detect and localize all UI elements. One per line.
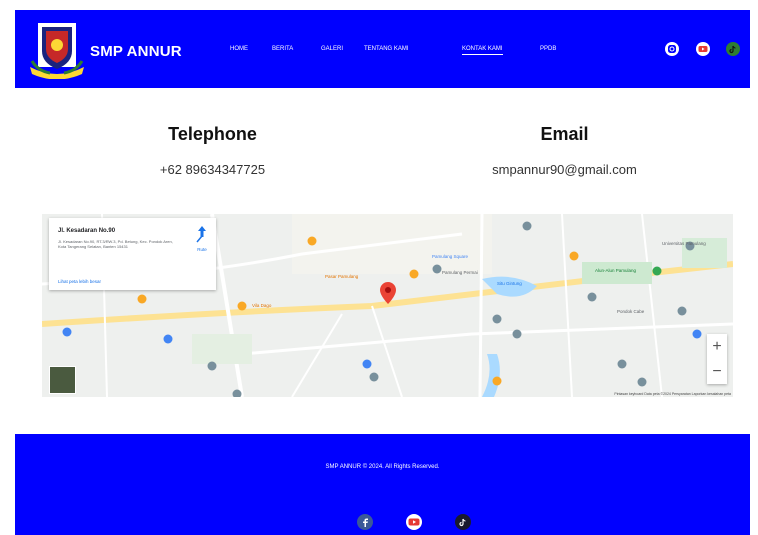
- instagram-icon[interactable]: [665, 42, 679, 56]
- zoom-controls: + −: [707, 334, 727, 384]
- site-header: SMP ANNUR HOME BERITA GALERI TENTANG KAM…: [15, 10, 750, 88]
- nav-kontak-kami[interactable]: KONTAK KAMI: [462, 46, 503, 55]
- youtube-icon[interactable]: [406, 514, 422, 530]
- tiktok-icon[interactable]: [726, 42, 740, 56]
- site-footer: SMP ANNUR © 2024. All Rights Reserved.: [15, 434, 750, 535]
- email-title: Email: [540, 124, 589, 144]
- map-label: Vila Dago: [252, 303, 272, 308]
- copyright-text: SMP ANNUR © 2024. All Rights Reserved.: [325, 464, 440, 470]
- location-pin-icon[interactable]: [380, 282, 396, 304]
- telephone-value[interactable]: +62 89634347725: [110, 162, 315, 177]
- brand-name[interactable]: SMP ANNUR: [90, 43, 182, 60]
- map-label: Pasar Pamulang: [325, 274, 359, 279]
- nav-home[interactable]: HOME: [230, 46, 248, 52]
- place-info-card: Jl. Kesadaran No.90 Jl. Kesadaran No.90,…: [49, 218, 216, 290]
- facebook-icon[interactable]: [357, 514, 373, 530]
- email-value[interactable]: smpannur90@gmail.com: [462, 162, 667, 177]
- telephone-title: Telephone: [168, 124, 257, 144]
- zoom-in-button[interactable]: +: [707, 334, 727, 359]
- youtube-icon[interactable]: [696, 42, 710, 56]
- zoom-out-button[interactable]: −: [707, 359, 727, 384]
- larger-map-link[interactable]: Lihat peta lebih besar: [58, 279, 101, 284]
- tiktok-icon[interactable]: [455, 514, 471, 530]
- map-label: Situ Gintung: [497, 281, 522, 286]
- nav-galeri[interactable]: GALERI: [321, 46, 343, 52]
- map-attribution[interactable]: Pintasan keyboard Data peta ©2024 Persya…: [614, 392, 731, 396]
- map-label: Pamulang Square: [432, 254, 469, 259]
- map-label: Pondok Cabe: [617, 309, 645, 314]
- school-logo-icon[interactable]: [28, 21, 86, 80]
- google-map[interactable]: Pamulang Square Pamulang Permai Situ Gin…: [42, 214, 733, 397]
- nav-berita[interactable]: BERITA: [272, 46, 293, 52]
- nav-tentang-kami[interactable]: TENTANG KAMI: [364, 46, 409, 52]
- satellite-toggle[interactable]: [49, 366, 76, 394]
- directions-icon[interactable]: [192, 224, 212, 249]
- place-address: Jl. Kesadaran No.90, RT.3/RW.3, Pd. Betu…: [58, 239, 173, 249]
- map-label: Alun-Alun Pamulang: [595, 268, 637, 273]
- map-label: Universitas Pamulang: [662, 241, 706, 246]
- place-title: Jl. Kesadaran No.90: [58, 228, 116, 234]
- directions-label[interactable]: Rute: [192, 247, 212, 252]
- map-label: Pamulang Permai: [442, 270, 478, 275]
- nav-ppdb[interactable]: PPDB: [540, 46, 556, 52]
